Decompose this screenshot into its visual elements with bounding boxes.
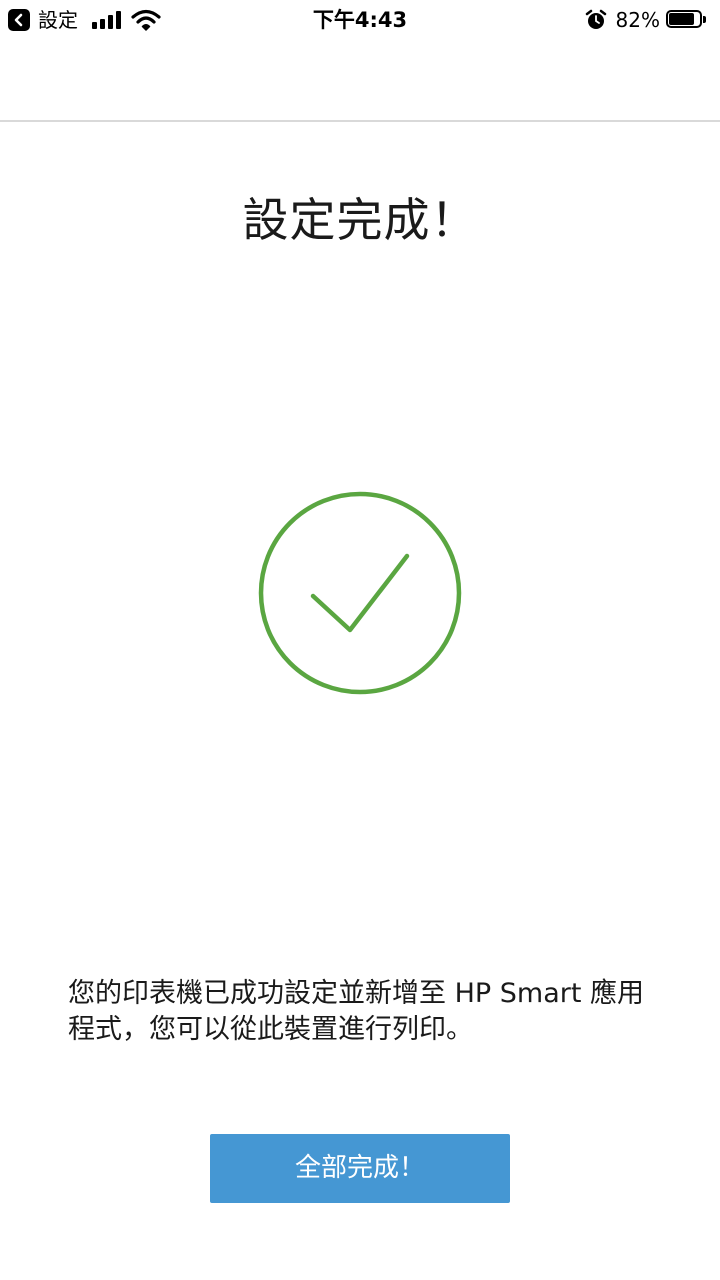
all-done-button[interactable]: 全部完成！ <box>210 1134 510 1203</box>
page-title: 設定完成！ <box>242 193 478 247</box>
status-bar-right: 82% <box>585 6 708 34</box>
checkmark-circle-icon <box>258 491 462 695</box>
battery-percent: 82% <box>615 8 660 32</box>
battery-level-fill <box>669 13 694 25</box>
battery-icon <box>666 10 708 30</box>
alarm-clock-icon <box>585 9 606 29</box>
setup-complete-message: 您的印表機已成功設定並新增至 HP Smart 應用程式，您可以從此裝置進行列印… <box>68 978 645 1045</box>
status-bar: 設定 下午4:43 82% <box>0 0 720 40</box>
navigation-bar <box>0 40 720 122</box>
